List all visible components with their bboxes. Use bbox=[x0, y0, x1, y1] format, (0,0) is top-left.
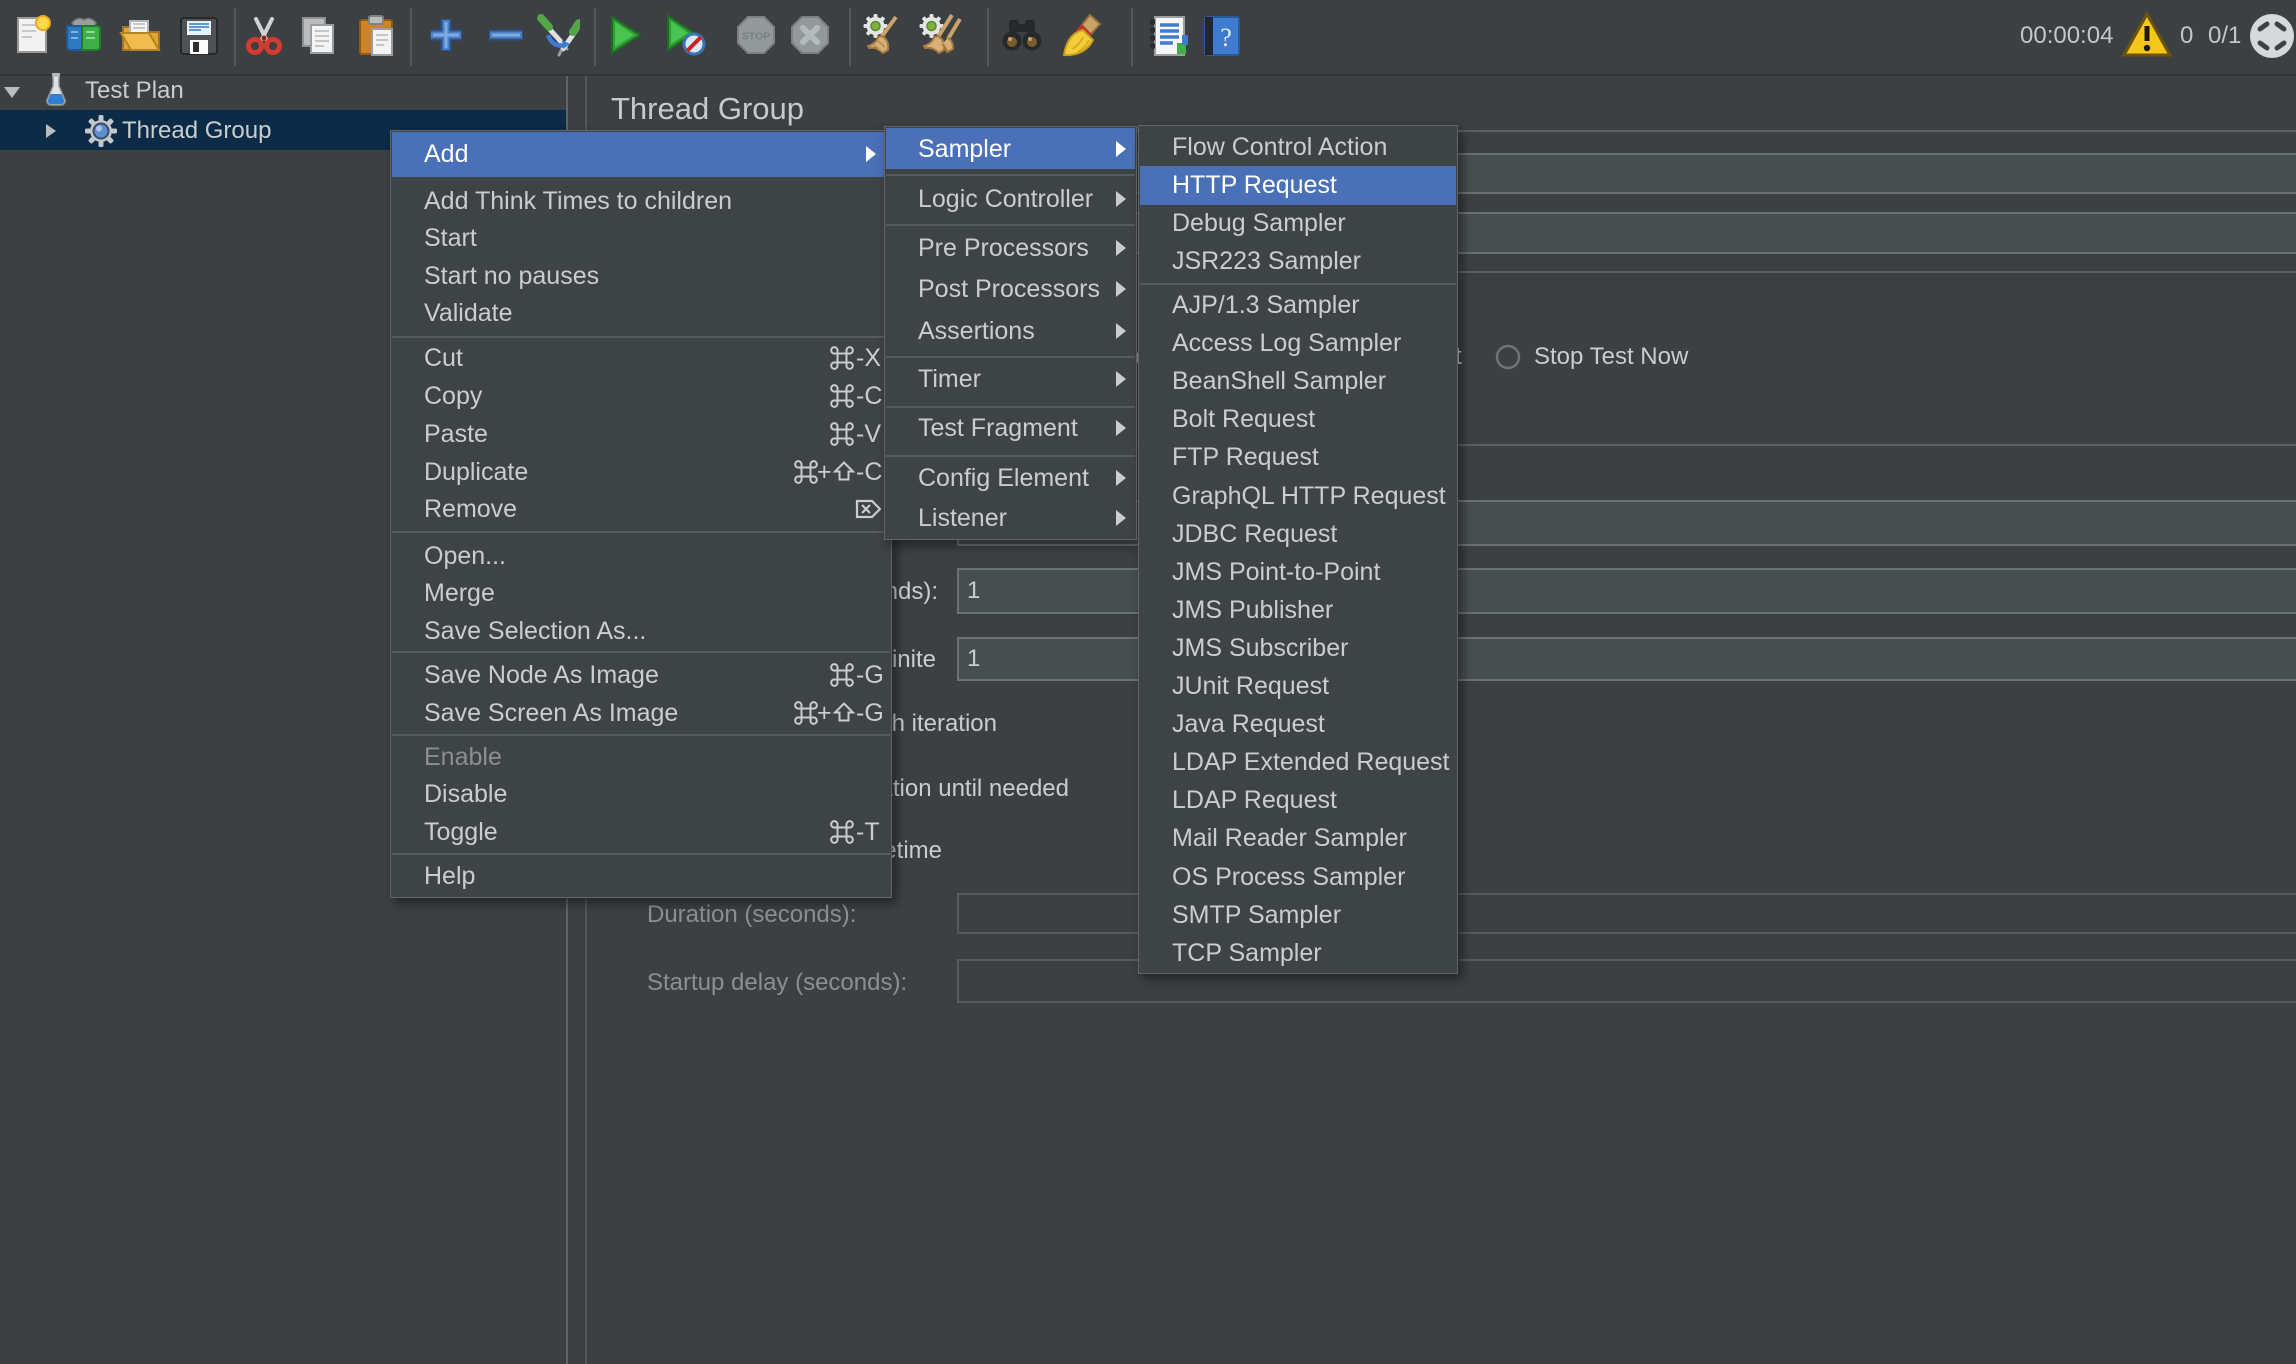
svg-text:STOP: STOP bbox=[742, 31, 770, 43]
svg-text:?: ? bbox=[1220, 23, 1232, 52]
